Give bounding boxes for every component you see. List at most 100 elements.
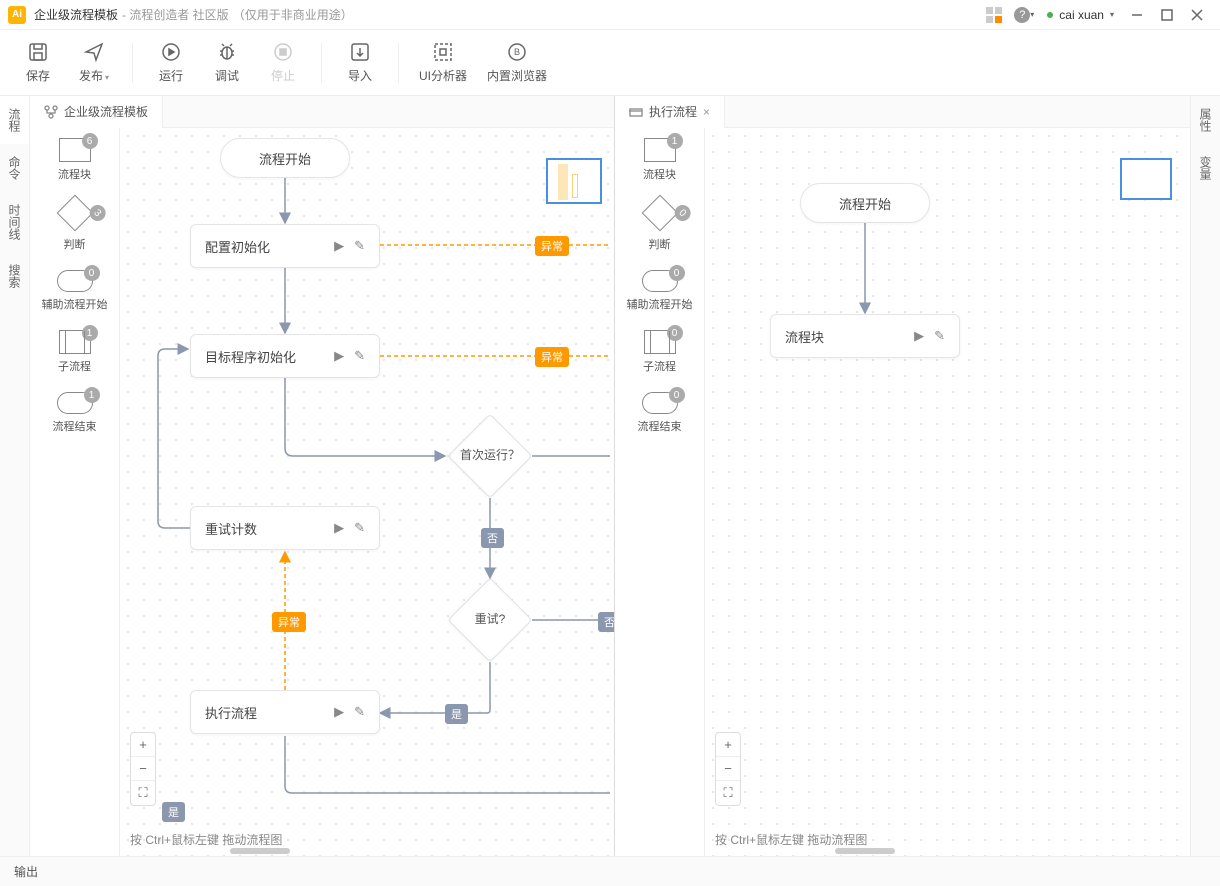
- palette-subprocess[interactable]: 1子流程: [58, 330, 91, 374]
- status-dot-icon: [1047, 12, 1053, 18]
- palette-left: 6流程块 3判断 0辅助流程开始 1子流程 1流程结束: [30, 128, 120, 856]
- block-icon: [629, 105, 643, 119]
- browser-icon: B: [506, 41, 528, 63]
- save-button[interactable]: 保存: [20, 41, 56, 84]
- palette-block[interactable]: 6流程块: [58, 138, 91, 182]
- import-icon: [349, 41, 371, 63]
- close-tab-icon[interactable]: ×: [703, 105, 710, 119]
- minimize-button[interactable]: [1122, 0, 1152, 30]
- node-start[interactable]: 流程开始: [800, 183, 930, 223]
- side-tab-variables[interactable]: 变量: [1191, 144, 1220, 192]
- node-target-init[interactable]: 目标程序初始化▶✎: [190, 334, 380, 378]
- close-button[interactable]: [1182, 0, 1212, 30]
- zoom-fit-button[interactable]: ⛶: [131, 781, 155, 805]
- palette-aux-start[interactable]: 0辅助流程开始: [42, 270, 108, 312]
- window-subtitle-app: - 流程创造者 社区版: [122, 6, 229, 23]
- side-tab-flow[interactable]: 流程: [0, 96, 29, 144]
- publish-icon: [83, 41, 105, 63]
- palette-end[interactable]: 0流程结束: [638, 392, 682, 434]
- tab-main-template[interactable]: 企业级流程模板: [30, 96, 163, 128]
- editor-panel-exec: 执行流程 × 1流程块 0判断 0辅助流程开始 0子流程 0流程结束: [615, 96, 1190, 856]
- run-button[interactable]: 运行: [153, 41, 189, 84]
- debug-icon: [216, 41, 238, 63]
- zoom-out-button[interactable]: −: [131, 757, 155, 781]
- node-start[interactable]: 流程开始: [220, 138, 350, 178]
- play-icon[interactable]: ▶: [334, 520, 344, 536]
- main-area: 流程 命令 时间线 搜索 企业级流程模板 6流程块 3判断 0辅助流程开始 1子…: [0, 96, 1220, 856]
- canvas-left[interactable]: 流程开始 配置初始化▶✎ 目标程序初始化▶✎ 首次运行？ 重试计数▶✎ 重试? …: [120, 128, 614, 856]
- play-icon[interactable]: ▶: [334, 704, 344, 720]
- apps-icon: [986, 7, 1002, 23]
- node-retry[interactable]: 重试?: [448, 578, 532, 662]
- edge-label-no: 否: [481, 528, 504, 548]
- zoom-fit-button[interactable]: ⛶: [716, 781, 740, 805]
- stop-button: 停止: [265, 41, 301, 84]
- palette-end[interactable]: 1流程结束: [53, 392, 97, 434]
- zoom-controls-right: + − ⛶: [715, 732, 741, 806]
- help-button[interactable]: ?▾: [1009, 0, 1039, 30]
- minimap-right[interactable]: [1120, 158, 1172, 200]
- play-icon[interactable]: ▶: [334, 238, 344, 254]
- zoom-in-button[interactable]: +: [131, 733, 155, 757]
- tab-exec-flow[interactable]: 执行流程 ×: [615, 96, 725, 128]
- zoom-out-button[interactable]: −: [716, 757, 740, 781]
- stop-icon: [272, 41, 294, 63]
- node-retry-count[interactable]: 重试计数▶✎: [190, 506, 380, 550]
- side-tab-timeline[interactable]: 时间线: [0, 192, 29, 252]
- apps-button[interactable]: [979, 0, 1009, 30]
- palette-decision[interactable]: 3判断: [62, 200, 88, 252]
- maximize-button[interactable]: [1152, 0, 1182, 30]
- title-bar: Ai 企业级流程模板 - 流程创造者 社区版 （仅用于非商业用途） ?▾ cai…: [0, 0, 1220, 30]
- edit-icon[interactable]: ✎: [354, 704, 365, 720]
- ui-analyzer-icon: [432, 41, 454, 63]
- node-config-init[interactable]: 配置初始化▶✎: [190, 224, 380, 268]
- edit-icon[interactable]: ✎: [934, 328, 945, 344]
- debug-button[interactable]: 调试: [209, 41, 245, 84]
- edit-icon[interactable]: ✎: [354, 238, 365, 254]
- maximize-icon: [1161, 9, 1173, 21]
- edit-icon[interactable]: ✎: [354, 348, 365, 364]
- edge-label-no: 否: [598, 612, 614, 632]
- edge-label-exception: 异常: [535, 236, 569, 256]
- output-label: 输出: [14, 863, 38, 880]
- canvas-right[interactable]: 流程开始 流程块▶✎ + − ⛶ 按 Ctrl+鼠标左键 拖动流程图: [705, 128, 1190, 856]
- chevron-down-icon: ▾: [1110, 10, 1114, 19]
- ui-analyzer-button[interactable]: UI分析器: [419, 41, 467, 84]
- node-block[interactable]: 流程块▶✎: [770, 314, 960, 358]
- right-sidebar-tabs: 属性 变量: [1190, 96, 1220, 856]
- side-tab-command[interactable]: 命令: [0, 144, 29, 192]
- palette-decision[interactable]: 0判断: [647, 200, 673, 252]
- zoom-controls-left: + − ⛶: [130, 732, 156, 806]
- node-exec-flow[interactable]: 执行流程▶✎: [190, 690, 380, 734]
- palette-aux-start[interactable]: 0辅助流程开始: [627, 270, 693, 312]
- browser-button[interactable]: B 内置浏览器: [487, 41, 547, 84]
- save-icon: [27, 41, 49, 63]
- play-icon[interactable]: ▶: [914, 328, 924, 344]
- output-panel[interactable]: 输出: [0, 856, 1220, 886]
- canvas-hint: 按 Ctrl+鼠标左键 拖动流程图: [130, 831, 282, 848]
- flow-icon: [44, 105, 58, 119]
- edge-label-exception: 异常: [272, 612, 306, 632]
- zoom-in-button[interactable]: +: [716, 733, 740, 757]
- import-button[interactable]: 导入: [342, 41, 378, 84]
- edge-label-yes: 是: [162, 802, 185, 822]
- edge-label-yes: 是: [445, 704, 468, 724]
- minimize-icon: [1131, 9, 1143, 21]
- chevron-down-icon: ▾: [1030, 10, 1034, 19]
- side-tab-properties[interactable]: 属性: [1191, 96, 1220, 144]
- play-icon[interactable]: ▶: [334, 348, 344, 364]
- user-menu[interactable]: cai xuan ▾: [1039, 8, 1122, 22]
- user-name: cai xuan: [1059, 8, 1104, 22]
- edit-icon[interactable]: ✎: [354, 520, 365, 536]
- publish-button[interactable]: 发布▾: [76, 41, 112, 84]
- palette-subprocess[interactable]: 0子流程: [643, 330, 676, 374]
- minimap-left[interactable]: [546, 158, 602, 204]
- palette-block[interactable]: 1流程块: [643, 138, 676, 182]
- side-tab-search[interactable]: 搜索: [0, 252, 29, 300]
- scrollbar-thumb[interactable]: [835, 848, 895, 854]
- scrollbar-thumb[interactable]: [230, 848, 290, 854]
- run-icon: [160, 41, 182, 63]
- tab-header-left: 企业级流程模板: [30, 96, 614, 128]
- node-first-run[interactable]: 首次运行？: [448, 414, 532, 498]
- svg-text:B: B: [514, 47, 520, 57]
